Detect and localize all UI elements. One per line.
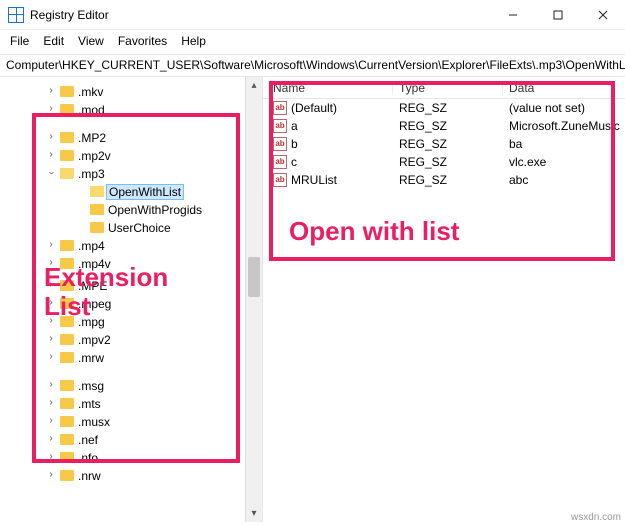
value-rows: ab(Default) REG_SZ (value not set) aba R… [263,99,625,189]
folder-icon [60,452,74,463]
folder-icon [60,352,74,363]
folder-icon [60,104,74,115]
scroll-down-icon[interactable]: ▾ [246,505,262,522]
folder-icon [60,240,74,251]
column-headers: Name Type Data [263,77,625,99]
folder-icon [60,280,74,291]
folder-icon [60,334,74,345]
value-row[interactable]: abc REG_SZ vlc.exe [263,153,625,171]
folder-icon [60,416,74,427]
tree-item[interactable]: ›.mpg [60,313,262,331]
folder-icon [60,316,74,327]
folder-icon [60,470,74,481]
folder-icon [90,204,104,215]
tree-item[interactable]: ›.nfo [60,449,262,467]
tree-item[interactable]: ›.nef [60,431,262,449]
tree-item[interactable]: ›.mpeg [60,295,262,313]
tree-item[interactable]: ›.mp4 [60,237,262,255]
chevron-down-icon[interactable]: › [46,168,56,178]
tree-item[interactable]: ›.MPE [60,277,262,295]
menu-view[interactable]: View [78,34,104,48]
string-value-icon: ab [273,101,287,115]
maximize-button[interactable] [535,0,580,30]
value-row[interactable]: ab(Default) REG_SZ (value not set) [263,99,625,117]
menu-help[interactable]: Help [181,34,206,48]
tree-item-openwithlist[interactable]: OpenWithList [60,183,262,201]
tree-item[interactable]: ›.mts [60,395,262,413]
tree-item[interactable]: ›.nrw [60,467,262,485]
column-data[interactable]: Data [503,81,625,95]
menu-edit[interactable]: Edit [43,34,64,48]
folder-open-icon [60,168,74,179]
tree-item[interactable]: OpenWithProgids [60,201,262,219]
folder-open-icon [90,186,104,197]
tree-scrollbar[interactable]: ▴ ▾ [245,77,262,522]
tree-item[interactable]: ›.mod [60,101,262,119]
tree-item[interactable]: ›.mkv [60,83,262,101]
folder-icon [60,380,74,391]
tree-item[interactable]: ›.mp2v [60,147,262,165]
scroll-up-icon[interactable]: ▴ [246,77,262,94]
minimize-button[interactable] [490,0,535,30]
folder-icon [60,434,74,445]
menu-favorites[interactable]: Favorites [118,34,167,48]
tree-item[interactable]: ›.musx [60,413,262,431]
title-bar: Registry Editor [0,0,625,30]
address-bar[interactable]: Computer\HKEY_CURRENT_USER\Software\Micr… [0,55,625,77]
folder-icon [60,398,74,409]
tree-item[interactable]: ›.mpv2 [60,331,262,349]
regedit-icon [8,7,24,23]
string-value-icon: ab [273,137,287,151]
folder-icon [60,86,74,97]
folder-icon [60,298,74,309]
tree-item[interactable]: UserChoice [60,219,262,237]
folder-icon [90,222,104,233]
window-title: Registry Editor [30,8,109,22]
folder-icon [60,150,74,161]
folder-icon [60,258,74,269]
tree-item[interactable]: ›.msg [60,377,262,395]
tree-item[interactable]: ›.MP2 [60,129,262,147]
value-row[interactable]: abMRUList REG_SZ abc [263,171,625,189]
column-type[interactable]: Type [393,81,503,95]
string-value-icon: ab [273,173,287,187]
value-row[interactable]: aba REG_SZ Microsoft.ZuneMusic [263,117,625,135]
tree-item[interactable]: ›.mp4v [60,255,262,273]
string-value-icon: ab [273,155,287,169]
tree-pane[interactable]: ›.mkv ›.mod ›.MP2 ›.mp2v ›.mp3 OpenWithL… [0,77,263,522]
tree-item[interactable]: ›.mrw [60,349,262,367]
string-value-icon: ab [273,119,287,133]
value-row[interactable]: abb REG_SZ ba [263,135,625,153]
tree-item-mp3[interactable]: ›.mp3 [60,165,262,183]
folder-icon [60,132,74,143]
menu-file[interactable]: File [10,34,29,48]
content-area: ›.mkv ›.mod ›.MP2 ›.mp2v ›.mp3 OpenWithL… [0,77,625,522]
annotation-label-right: Open with list [289,217,459,246]
menu-bar: File Edit View Favorites Help [0,30,625,55]
scroll-thumb[interactable] [248,257,260,297]
values-pane[interactable]: Name Type Data ab(Default) REG_SZ (value… [263,77,625,522]
column-name[interactable]: Name [263,81,393,95]
close-button[interactable] [580,0,625,30]
watermark: wsxdn.com [571,512,621,523]
